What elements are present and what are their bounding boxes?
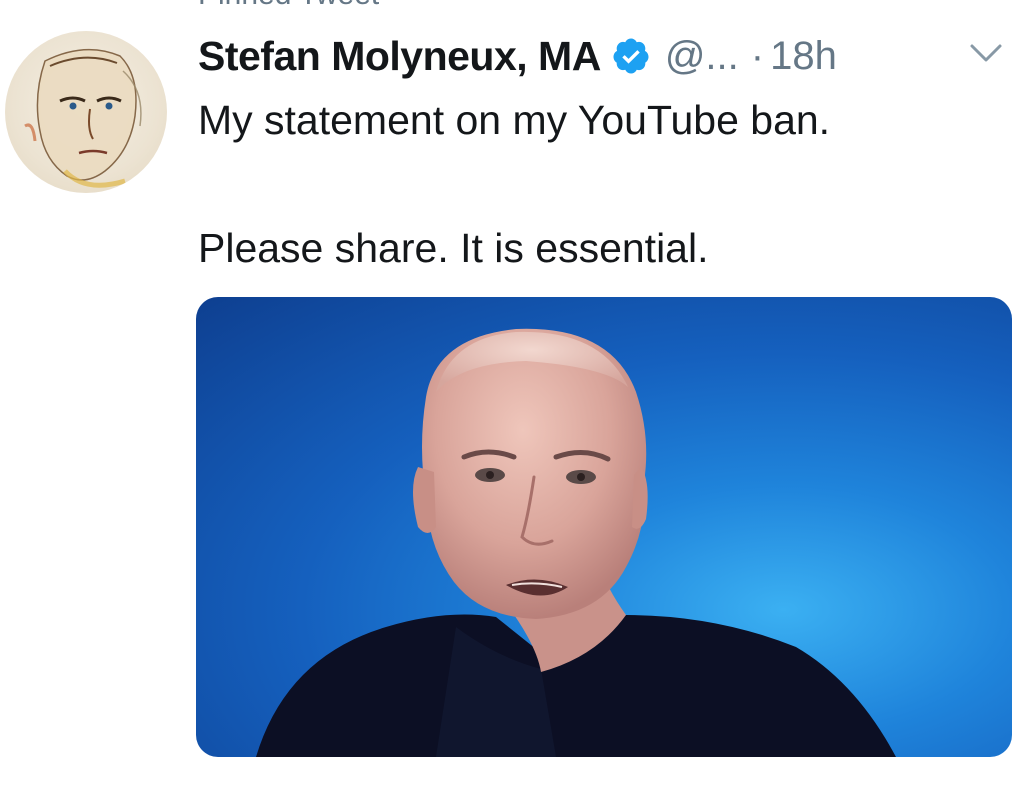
display-name[interactable]: Stefan Molyneux, MA [198, 33, 601, 80]
separator-dot: · [750, 33, 765, 78]
tweet-text: My statement on my YouTube ban. Please s… [198, 88, 998, 280]
tweet-text-line-2: Please share. It is essential. [198, 225, 709, 271]
tweet-text-line-1: My statement on my YouTube ban. [198, 97, 831, 143]
tweet-header: Stefan Molyneux, MA @... · 18h [198, 28, 837, 84]
video-thumbnail[interactable] [196, 297, 1012, 757]
video-frame-image [256, 328, 896, 757]
avatar[interactable] [5, 31, 167, 193]
verified-badge-icon [611, 36, 651, 76]
pinned-tweet-label: Pinned Tweet [198, 0, 379, 12]
tweet-timestamp[interactable]: 18h [770, 34, 837, 79]
user-handle[interactable]: @... [665, 34, 739, 79]
chevron-down-icon[interactable] [968, 40, 1004, 66]
avatar-portrait [24, 48, 142, 188]
